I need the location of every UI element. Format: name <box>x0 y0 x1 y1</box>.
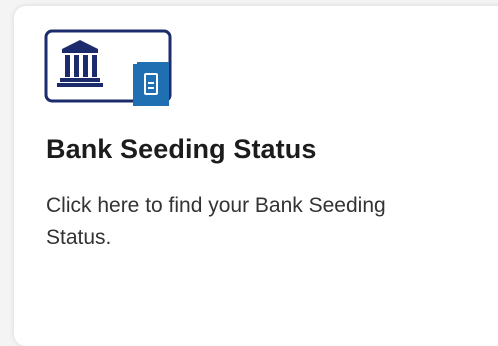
card-title: Bank Seeding Status <box>46 134 317 164</box>
bank-seeding-status-card[interactable]: Bank Seeding Status Click here to find y… <box>14 6 498 346</box>
bank-icon <box>44 28 174 108</box>
card-description: Click here to find your Bank Seeding Sta… <box>46 194 386 249</box>
